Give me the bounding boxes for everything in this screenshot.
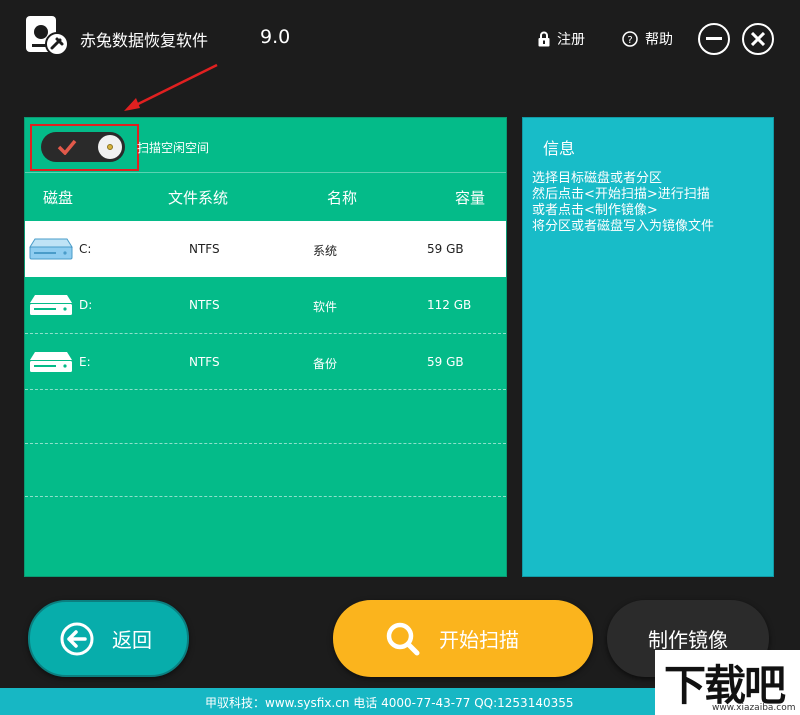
annotation-highlight-box (30, 124, 139, 171)
back-label: 返回 (112, 628, 152, 652)
minus-icon (706, 37, 722, 40)
start-scan-button[interactable]: 开始扫描 (333, 600, 593, 677)
column-header-size: 容量 (455, 189, 486, 207)
disk-name: 软件 (313, 300, 338, 314)
drive-icon (30, 352, 72, 372)
row-separator (25, 496, 506, 497)
disk-size: 59 GB (427, 242, 464, 256)
app-version: 9.0 (260, 26, 291, 48)
footer-contact-text: 甲驭科技：www.sysfix.cn 电话 4000-77-43-77 QQ:1… (205, 696, 574, 710)
close-button[interactable] (742, 23, 774, 55)
column-header-filesystem: 文件系统 (168, 189, 229, 207)
make-image-label: 制作镜像 (648, 628, 728, 652)
info-line: 或者点击<制作镜像> (532, 203, 658, 218)
disk-name: 备份 (313, 357, 338, 371)
svg-text:?: ? (627, 35, 632, 46)
info-line: 选择目标磁盘或者分区 (532, 171, 663, 186)
disk-size: 59 GB (427, 355, 464, 369)
scan-free-space-label: 扫描空闲空间 (137, 141, 210, 155)
header-divider (25, 172, 506, 173)
disk-filesystem: NTFS (189, 355, 220, 369)
disk-filesystem: NTFS (189, 242, 220, 256)
close-icon (751, 32, 765, 46)
back-arrow-icon (60, 622, 94, 655)
disk-letter: C: (79, 242, 92, 256)
question-circle-icon: ? (622, 31, 638, 47)
disk-letter: E: (79, 355, 91, 369)
row-separator (25, 389, 506, 390)
disk-filesystem: NTFS (189, 298, 220, 312)
info-text: 选择目标磁盘或者分区 然后点击<开始扫描>进行扫描 或者点击<制作镜像> 将分区… (532, 171, 714, 235)
row-separator (25, 443, 506, 444)
back-button[interactable]: 返回 (28, 600, 189, 677)
column-header-disk: 磁盘 (43, 189, 74, 207)
start-scan-label: 开始扫描 (439, 628, 519, 652)
annotation-arrow-icon (124, 63, 218, 111)
info-line: 将分区或者磁盘写入为镜像文件 (532, 219, 715, 234)
watermark-url: www.xiazaiba.com (712, 703, 796, 713)
help-link[interactable]: ? 帮助 (622, 29, 673, 49)
drive-icon (29, 238, 73, 260)
search-icon (386, 622, 420, 655)
disk-row-e[interactable]: E: NTFS 备份 59 GB (25, 334, 506, 390)
disk-letter: D: (79, 298, 93, 312)
app-title: 赤兔数据恢复软件 (80, 31, 209, 50)
minimize-button[interactable] (698, 23, 730, 55)
disk-row-d[interactable]: D: NTFS 软件 112 GB (25, 277, 506, 333)
disk-name: 系统 (313, 244, 338, 258)
lock-icon (538, 31, 550, 47)
register-link[interactable]: 注册 (538, 29, 585, 49)
info-title: 信息 (543, 139, 576, 158)
disk-row-c[interactable]: C: NTFS 系统 59 GB (25, 221, 506, 277)
register-label: 注册 (557, 32, 585, 48)
help-label: 帮助 (645, 32, 673, 48)
drive-icon (30, 295, 72, 315)
info-line: 然后点击<开始扫描>进行扫描 (532, 187, 710, 202)
app-logo-icon (26, 16, 69, 56)
disk-size: 112 GB (427, 298, 472, 312)
column-header-name: 名称 (327, 189, 358, 207)
